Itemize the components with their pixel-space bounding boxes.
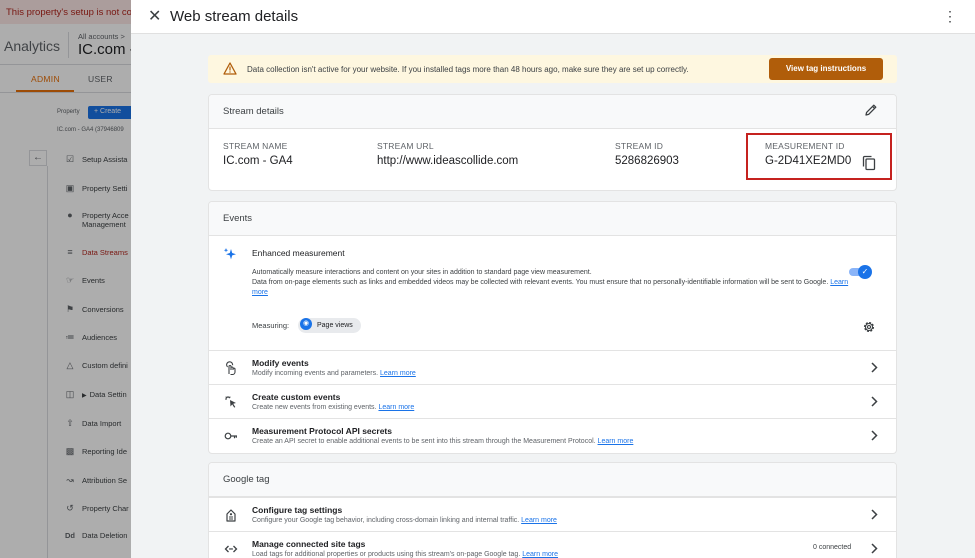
panel-title: Web stream details: [170, 8, 299, 25]
events-card: Events Enhanced measurement Automaticall…: [208, 201, 897, 454]
manage-connected-site-tags-row[interactable]: Manage connected site tags Load tags for…: [209, 531, 896, 558]
learn-more-link[interactable]: Learn more: [521, 517, 557, 524]
create-custom-events-desc: Create new events from existing events. …: [252, 404, 415, 411]
code-icon: [224, 545, 238, 553]
create-custom-events-row[interactable]: Create custom events Create new events f…: [209, 384, 896, 418]
copy-icon[interactable]: [862, 155, 876, 171]
tag-icon: [226, 509, 236, 522]
google-tag-card: Google tag Configure tag settings Config…: [208, 462, 897, 558]
chevron-right-icon: [871, 509, 878, 520]
manage-connected-site-tags-title: Manage connected site tags: [252, 539, 366, 549]
learn-more-link[interactable]: Learn more: [522, 551, 558, 558]
sparkle-icon: [223, 248, 236, 260]
stream-name-value: IC.com - GA4: [223, 155, 293, 167]
touch-icon: [226, 361, 236, 375]
measurement-id-field: MEASUREMENT ID G-2D41XE2MD0: [765, 141, 851, 167]
stream-url-label: STREAM URL: [377, 141, 434, 151]
gear-icon[interactable]: [862, 320, 876, 334]
stream-id-field: STREAM ID 5286826903: [615, 141, 679, 167]
modify-events-row[interactable]: Modify events Modify incoming events and…: [209, 350, 896, 384]
check-icon: ✓: [858, 265, 872, 279]
measurement-protocol-title: Measurement Protocol API secrets: [252, 426, 392, 436]
warning-text: Data collection isn't active for your we…: [247, 65, 689, 74]
stream-url-field: STREAM URL http://www.ideascollide.com: [377, 141, 518, 167]
page-views-chip[interactable]: ◉ Page views: [298, 318, 361, 333]
stream-id-value: 5286826903: [615, 155, 679, 167]
data-collection-warning: Data collection isn't active for your we…: [208, 55, 897, 83]
chevron-right-icon: [871, 430, 878, 441]
events-header: Events: [209, 202, 896, 236]
measurement-id-value[interactable]: G-2D41XE2MD0: [765, 155, 851, 167]
measurement-protocol-desc: Create an API secret to enable additiona…: [252, 438, 634, 445]
learn-more-link[interactable]: Learn more: [598, 438, 634, 445]
connected-count-badge: 0 connected: [813, 544, 852, 551]
warning-icon: [223, 62, 237, 75]
google-tag-header: Google tag: [209, 463, 896, 497]
measuring-label: Measuring:: [252, 321, 290, 330]
stream-id-label: STREAM ID: [615, 141, 664, 151]
google-tag-title: Google tag: [223, 474, 270, 485]
measurement-protocol-row[interactable]: Measurement Protocol API secrets Create …: [209, 418, 896, 452]
modify-events-desc: Modify incoming events and parameters. L…: [252, 370, 416, 377]
eye-icon: ◉: [300, 318, 312, 331]
configure-tag-settings-desc: Configure your Google tag behavior, incl…: [252, 517, 557, 524]
modify-events-title: Modify events: [252, 358, 309, 368]
sparkle-click-icon: [225, 396, 236, 408]
configure-tag-settings-row[interactable]: Configure tag settings Configure your Go…: [209, 497, 896, 531]
chevron-right-icon: [871, 543, 878, 554]
close-icon[interactable]: ✕: [148, 6, 161, 26]
measurement-id-label: MEASUREMENT ID: [765, 141, 845, 151]
stream-details-title: Stream details: [223, 106, 284, 117]
stream-details-card: Stream details STREAM NAME IC.com - GA4 …: [208, 94, 897, 191]
enhanced-measurement-toggle[interactable]: ✓: [849, 265, 872, 279]
web-stream-details-panel: ✕ Web stream details ⋮ Data collection i…: [131, 0, 975, 558]
view-tag-instructions-button[interactable]: View tag instructions: [769, 58, 883, 80]
key-icon: [224, 432, 237, 440]
create-custom-events-title: Create custom events: [252, 392, 341, 402]
stream-details-header: Stream details: [209, 95, 896, 129]
enhanced-measurement-title: Enhanced measurement: [252, 248, 345, 258]
enhanced-measurement-description: Automatically measure interactions and c…: [252, 269, 849, 296]
chevron-right-icon: [871, 396, 878, 407]
chevron-right-icon: [871, 362, 878, 373]
stream-url-value: http://www.ideascollide.com: [377, 155, 519, 167]
configure-tag-settings-title: Configure tag settings: [252, 505, 343, 515]
stream-name-field: STREAM NAME IC.com - GA4: [223, 141, 293, 167]
learn-more-link[interactable]: Learn more: [380, 370, 416, 377]
panel-header: ✕ Web stream details ⋮: [131, 0, 975, 34]
edit-pencil-icon[interactable]: [864, 103, 878, 117]
more-vert-icon[interactable]: ⋮: [943, 8, 957, 25]
learn-more-link[interactable]: Learn more: [378, 404, 414, 411]
events-title: Events: [223, 213, 253, 224]
manage-connected-site-tags-desc: Load tags for additional properties or p…: [252, 551, 559, 558]
stream-name-label: STREAM NAME: [223, 141, 288, 151]
